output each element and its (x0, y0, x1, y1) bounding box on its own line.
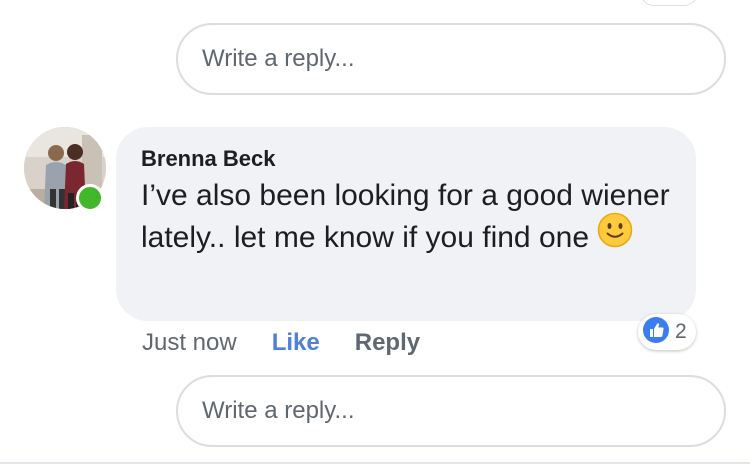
comment-timestamp[interactable]: Just now (142, 329, 237, 357)
reaction-count: 2 (675, 320, 687, 343)
comment-text-content: I’ve also been looking for a good wiener… (141, 179, 670, 254)
reaction-summary[interactable]: 2 (638, 314, 696, 350)
online-status-icon (76, 184, 104, 212)
reply-input[interactable]: Write a reply... (176, 375, 726, 447)
comment-author[interactable]: Brenna Beck (141, 145, 672, 173)
like-icon (642, 316, 670, 349)
divider (0, 462, 750, 464)
reply-input[interactable]: Write a reply... (176, 23, 726, 95)
comment-bubble: Brenna Beck I’ve also been looking for a… (116, 127, 696, 321)
slightly-smiling-face-icon (597, 212, 633, 260)
reply-button[interactable]: Reply (355, 329, 420, 357)
comment-thread: Write a reply... Brenna Beck I’ve also b… (0, 0, 750, 468)
comment-text: I’ve also been looking for a good wiener… (141, 175, 686, 260)
reply-input-placeholder: Write a reply... (202, 45, 355, 72)
previous-reaction-pill[interactable] (640, 0, 698, 6)
reply-input-placeholder: Write a reply... (202, 397, 355, 424)
previous-comment-actions-fragment (190, 0, 510, 4)
comment-actions: Just now Like Reply (142, 326, 420, 360)
like-button[interactable]: Like (272, 329, 320, 357)
